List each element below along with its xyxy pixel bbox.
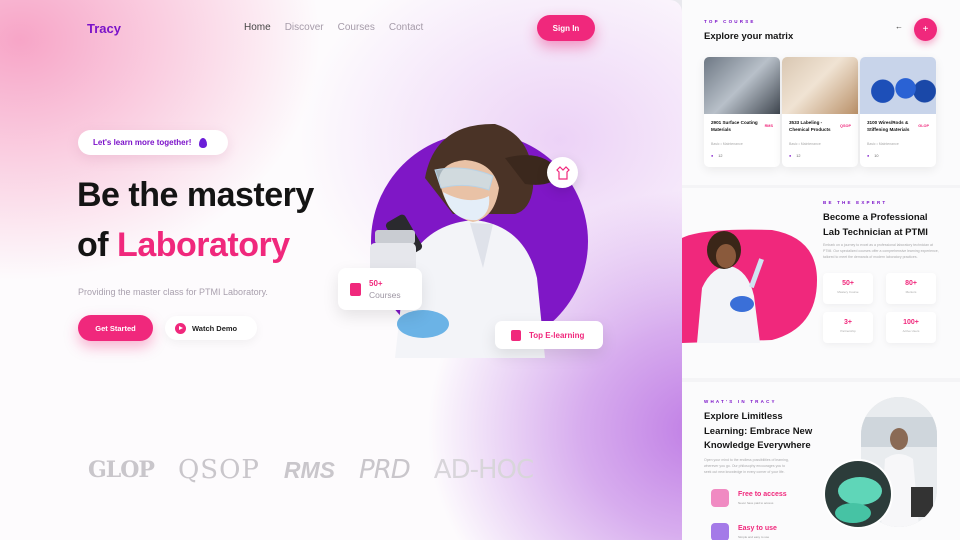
elearning-icon <box>511 329 521 341</box>
headline-line1: Be the mastery <box>77 176 314 214</box>
course-users: ● 10 <box>867 154 879 158</box>
top-course-section: TOP COURSE Explore your matrix ← + 2901 … <box>682 0 960 185</box>
watch-demo-button[interactable]: Watch Demo <box>165 316 257 340</box>
stat-card: 100+ Active Users <box>886 312 936 343</box>
elearning-label: Top E-learning <box>529 330 585 340</box>
brand-logos: GLOP QSOP RMS PRD AD-HOC <box>88 455 534 485</box>
nav-home[interactable]: Home <box>244 22 271 33</box>
feature-item: Easy to use Simple and easy to use <box>711 523 777 540</box>
plus-button[interactable]: + <box>914 18 937 41</box>
book-icon <box>350 282 361 296</box>
expert-kicker: BE THE EXPERT <box>823 200 888 205</box>
course-image <box>860 57 936 114</box>
brand-logo-rms: RMS <box>283 456 336 483</box>
right-preview-panel: TOP COURSE Explore your matrix ← + 2901 … <box>682 0 960 540</box>
expert-title: Become a Professional Lab Technician at … <box>823 212 928 238</box>
course-card[interactable]: 3533 Labeling - Chemical Products QSOP B… <box>782 57 858 167</box>
top-course-title: Explore your matrix <box>704 31 794 42</box>
user-icon: ● <box>711 154 714 158</box>
course-image <box>704 57 780 114</box>
headline-line2: of Laboratory <box>77 226 290 265</box>
top-course-kicker: TOP COURSE <box>704 19 756 24</box>
logo[interactable]: Tracy <box>87 21 121 36</box>
main-nav: Home Discover Courses Contact <box>244 22 423 33</box>
play-icon <box>175 322 186 334</box>
whats-in-kicker: WHAT'S IN TRACY <box>704 399 777 404</box>
flame-icon <box>199 137 208 148</box>
lab-coat-icon <box>555 165 570 180</box>
course-title: 3100 Wires/Rods & Stiffening Materials <box>867 120 910 132</box>
brand-logo-adhoc: AD-HOC <box>433 455 534 485</box>
courses-count: 50+ <box>369 278 383 288</box>
arrow-left-icon[interactable]: ← <box>895 22 903 31</box>
stat-card: 3+ Partnership <box>823 312 873 343</box>
watch-demo-label: Watch Demo <box>192 323 238 333</box>
nav-discover[interactable]: Discover <box>285 22 324 33</box>
course-meta: Basic • Maintenance <box>867 142 899 146</box>
sign-in-button[interactable]: Sign In <box>537 15 595 41</box>
feature-item: Free to access Never have paid to access <box>711 489 787 507</box>
headline-of: of <box>77 226 109 264</box>
course-title: 2901 Surface Coating Materials <box>711 120 758 132</box>
tagline-text: Let's learn more together! <box>93 138 192 147</box>
course-tag: GLOP <box>918 124 929 128</box>
whats-in-title: Explore Limitless Learning: Embrace New … <box>704 411 813 451</box>
easy-use-icon <box>711 523 729 540</box>
course-tag: QSOP <box>840 124 851 128</box>
expert-description: Embark on a journey to excel as a profes… <box>823 243 939 259</box>
headline-accent: Laboratory <box>117 226 290 264</box>
hero-description: Providing the master class for PTMI Labo… <box>78 287 268 297</box>
stat-card: 80+ Mentors <box>886 273 936 304</box>
tagline-pill: Let's learn more together! <box>78 130 228 155</box>
course-card[interactable]: 2901 Surface Coating Materials RMS Basic… <box>704 57 780 167</box>
course-meta: Basic • Maintenance <box>789 142 821 146</box>
stat-card: 50+ Mastery Course <box>823 273 873 304</box>
user-icon: ● <box>867 154 870 158</box>
brand-logo-glop: GLOP <box>88 457 155 483</box>
dollar-icon <box>711 489 729 507</box>
course-card[interactable]: 3100 Wires/Rods & Stiffening Materials G… <box>860 57 936 167</box>
whats-in-description: Open your mind to the endless possibilit… <box>704 458 789 474</box>
courses-label: Courses <box>369 289 401 300</box>
course-users: ● 12 <box>789 154 801 158</box>
brand-logo-qsop: QSOP <box>177 455 260 485</box>
course-meta: Basic • Maintenance <box>711 142 743 146</box>
user-icon: ● <box>789 154 792 158</box>
elearning-card: Top E-learning <box>495 321 603 349</box>
coat-badge <box>547 157 578 188</box>
brand-logo-prd: PRD <box>359 455 411 485</box>
technician-image <box>682 229 817 343</box>
course-users: ● 12 <box>711 154 723 158</box>
course-title: 3533 Labeling - Chemical Products <box>789 120 831 132</box>
nav-contact[interactable]: Contact <box>389 22 423 33</box>
courses-stat-card: 50+ Courses <box>338 268 422 310</box>
course-tag: RMS <box>764 124 773 128</box>
get-started-button[interactable]: Get Started <box>78 315 153 341</box>
hero-panel: Tracy Home Discover Courses Contact Sign… <box>0 0 682 540</box>
nav-courses[interactable]: Courses <box>338 22 375 33</box>
course-image <box>782 57 858 114</box>
gloves-photo <box>823 459 893 529</box>
